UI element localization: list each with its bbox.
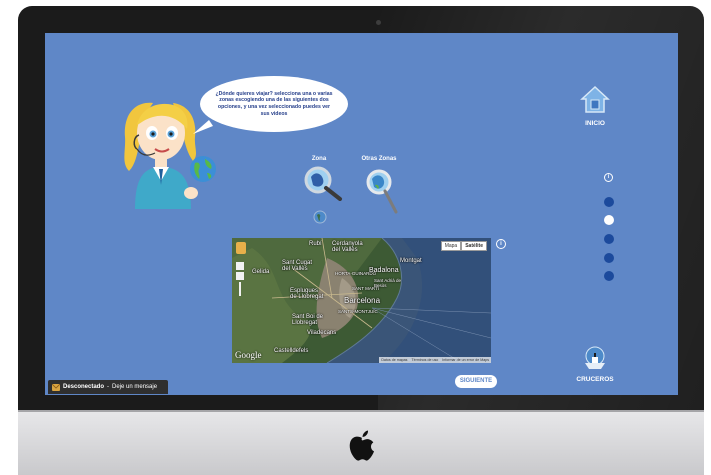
map-footer-datos[interactable]: Datos de mapas [381, 358, 407, 362]
map-footer-error[interactable]: Informar de un error de Maps [442, 358, 489, 362]
map-label-badalona: Badalona [369, 267, 399, 274]
map-label-gelida: Gelida [252, 269, 270, 275]
map-tab-mapa[interactable]: Mapa [440, 241, 462, 251]
small-globe-icon[interactable] [313, 210, 327, 224]
map-label-rubi: Rubí [309, 241, 322, 247]
assistant-girl-illustration [124, 102, 198, 209]
inicio-label: INICIO [585, 120, 605, 127]
chat-message: Deje un mensaje [112, 384, 158, 390]
pagination-dot[interactable] [604, 271, 614, 281]
pagination-dot[interactable] [604, 197, 614, 207]
map-type-tabs: Mapa Satélite [440, 241, 487, 251]
map-label-sant-cugat: Sant Cugat del Vallès [282, 260, 313, 272]
map-label-sant-boi: Sant Boi de Llobregat [292, 314, 324, 326]
envelope-icon [52, 383, 60, 391]
chat-bar[interactable]: Desconectado - Deje un mensaje [48, 380, 168, 394]
map-label-cerdanyola: Cerdanyola del Vallès [332, 241, 363, 253]
otras-zonas-magnifier-icon[interactable] [365, 169, 401, 215]
map-label-sant-adria: Sant Adrià de Besòs [374, 278, 402, 288]
chat-separator: - [107, 384, 110, 390]
map-footer-terminos[interactable]: Términos de uso [411, 358, 438, 362]
map-label-castelldefels: Castelldefels [274, 348, 309, 354]
globe-icon [190, 156, 216, 182]
chat-status: Desconectado [63, 384, 105, 390]
map-label-esplugues: Esplugues de Llobregat [290, 288, 324, 300]
pagination-dot[interactable] [604, 253, 614, 263]
map-tab-satelite[interactable]: Satélite [461, 241, 487, 251]
map-label-viladecans: Viladecans [307, 330, 337, 336]
google-map[interactable]: Mapa Satélite Rubí Cerdanyola del Vallès… [232, 238, 491, 363]
inicio-button[interactable]: INICIO [580, 85, 610, 127]
zona-label: Zona [311, 156, 327, 162]
apple-logo-icon [349, 430, 374, 461]
cruceros-label: CRUCEROS [576, 376, 614, 383]
speech-bubble: ¿Dónde quieres viajar? selecciona una o … [200, 76, 348, 132]
siguiente-button[interactable]: SIGUIENTE [455, 375, 497, 388]
home-icon [580, 85, 610, 113]
map-label-montjuic: SANTS-MONTJUÏC [338, 309, 378, 314]
website-screen: ¿Dónde quieres viajar? selecciona una o … [45, 33, 678, 395]
google-logo: Google [235, 350, 262, 360]
map-info-icon[interactable]: i [496, 239, 506, 249]
cruceros-button[interactable]: CRUCEROS [570, 345, 620, 383]
pagination-dot[interactable] [604, 215, 614, 225]
zona-magnifier-icon[interactable] [303, 165, 343, 201]
speech-bubble-tail [193, 120, 213, 134]
map-label-montgat: Montgat [400, 258, 422, 264]
map-footer: Datos de mapas Términos de uso Informar … [379, 357, 491, 363]
cruise-ship-icon [585, 346, 605, 369]
speech-bubble-text: ¿Dónde quieres viajar? selecciona una o … [215, 90, 333, 117]
camera-icon [376, 20, 381, 25]
pagination-dot[interactable] [604, 234, 614, 244]
chin-edge [18, 410, 704, 412]
otras-zonas-label: Otras Zonas [361, 156, 397, 162]
side-info-icon[interactable]: i [604, 173, 613, 182]
map-label-barcelona: Barcelona [344, 296, 381, 305]
